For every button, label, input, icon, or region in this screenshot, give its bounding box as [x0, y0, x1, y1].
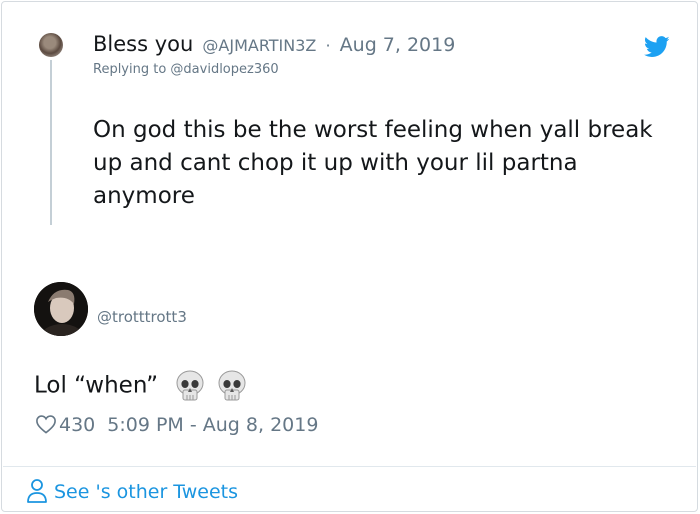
author-photo: [34, 282, 88, 336]
parent-display-name[interactable]: Bless you: [93, 32, 193, 56]
parent-header: Bless you @AJMARTIN3Z · Aug 7, 2019: [93, 32, 455, 56]
see-other-tweets-label: See 's other Tweets: [54, 481, 239, 503]
like-count[interactable]: 430: [59, 414, 95, 436]
skull-emoji-icon: [176, 370, 204, 401]
heart-icon[interactable]: [35, 414, 57, 434]
twitter-bird-icon[interactable]: [644, 36, 670, 58]
thread-line: [50, 60, 52, 225]
parent-tweet-text: On god this be the worst feeling when ya…: [93, 117, 653, 209]
parent-handle[interactable]: @AJMARTIN3Z: [202, 36, 316, 55]
tweet-embed-card: Bless you @AJMARTIN3Z · Aug 7, 2019 Repl…: [1, 1, 698, 512]
main-tweet-text: Lol “when”: [34, 372, 159, 399]
replying-to[interactable]: Replying to @davidlopez360: [93, 62, 279, 77]
see-other-tweets-link[interactable]: See 's other Tweets: [26, 478, 238, 504]
separator-dot: ·: [325, 36, 331, 55]
author-handle[interactable]: @trotttrott3: [97, 308, 187, 326]
footer-divider: [3, 466, 696, 467]
tweet-timestamp[interactable]: 5:09 PM - Aug 8, 2019: [107, 414, 318, 436]
skull-emoji-icon: [218, 370, 246, 401]
user-outline-icon: [27, 479, 47, 503]
tweet-stats: 430 5:09 PM - Aug 8, 2019: [35, 414, 318, 436]
parent-date[interactable]: Aug 7, 2019: [340, 34, 456, 56]
author-avatar[interactable]: [34, 282, 88, 336]
parent-avatar[interactable]: [39, 33, 63, 57]
main-tweet-text-row: Lol “when”: [34, 370, 247, 402]
